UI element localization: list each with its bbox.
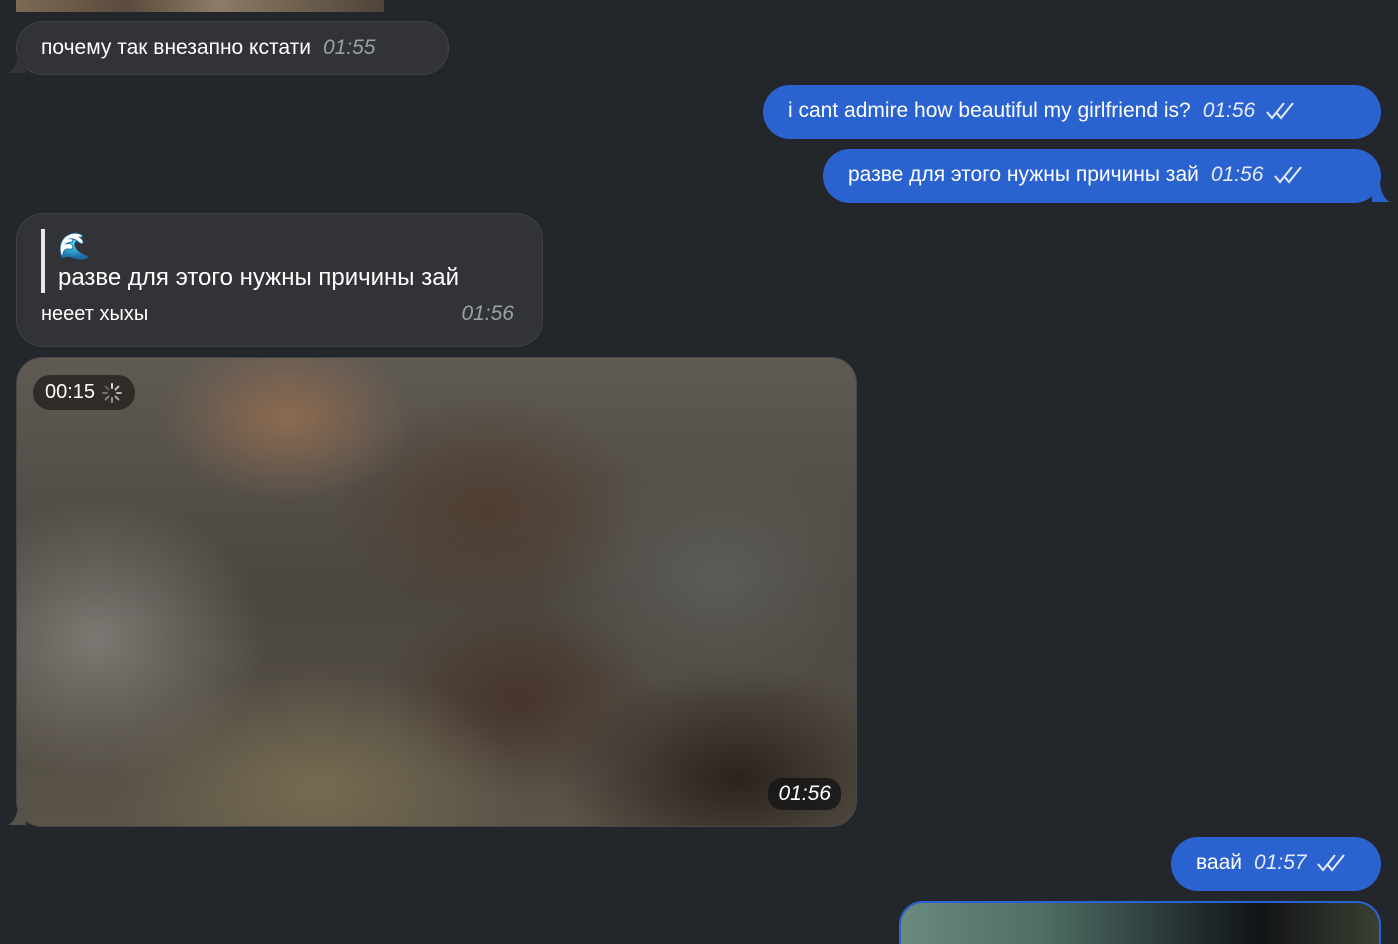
video-message[interactable]: 00:15 01:56: [16, 357, 857, 827]
message-text: ваай: [1196, 851, 1243, 874]
message-time: 01:56: [1210, 163, 1264, 186]
message-time: 01:56: [461, 302, 514, 325]
message-text: i cant admire how beautiful my girlfrien…: [788, 99, 1191, 122]
message-time: 01:56: [1202, 99, 1256, 122]
wave-emoji-icon: 🌊: [58, 231, 91, 261]
photo-message-partial[interactable]: [899, 901, 1381, 944]
double-check-icon: [1274, 166, 1303, 184]
message-incoming[interactable]: почему так внезапно кстати 01:55: [16, 21, 449, 75]
message-outgoing[interactable]: i cant admire how beautiful my girlfrien…: [763, 85, 1381, 139]
quoted-text: разве для этого нужны причины зай: [58, 264, 459, 291]
bubble-tail: [1372, 184, 1390, 202]
video-duration: 00:15: [45, 381, 96, 403]
bubble-tail: [8, 55, 26, 73]
double-check-icon: [1317, 854, 1346, 872]
message-text: почему так внезапно кстати: [41, 36, 311, 59]
message-text: разве для этого нужны причины зай: [848, 163, 1199, 186]
message-outgoing[interactable]: разве для этого нужны причины зай 01:56: [823, 149, 1381, 203]
photo-message-partial[interactable]: [16, 0, 384, 12]
chat-history[interactable]: почему так внезапно кстати 01:55 i cant a…: [0, 0, 1398, 944]
bubble-tail: [8, 807, 26, 825]
message-time: 01:56: [768, 778, 841, 810]
double-check-icon: [1266, 102, 1294, 120]
message-outgoing[interactable]: ваай 01:57: [1171, 837, 1381, 891]
message-text: нееет хыхы: [41, 303, 149, 325]
message-time: 01:55: [322, 36, 376, 59]
video-duration-badge: 00:15: [33, 375, 136, 410]
spinner-icon: [102, 382, 123, 403]
reply-quote[interactable]: 🌊 разве для этого нужны причины зай: [41, 229, 518, 293]
message-incoming-reply[interactable]: 🌊 разве для этого нужны причины зай неее…: [16, 213, 543, 347]
message-time: 01:57: [1254, 851, 1307, 874]
